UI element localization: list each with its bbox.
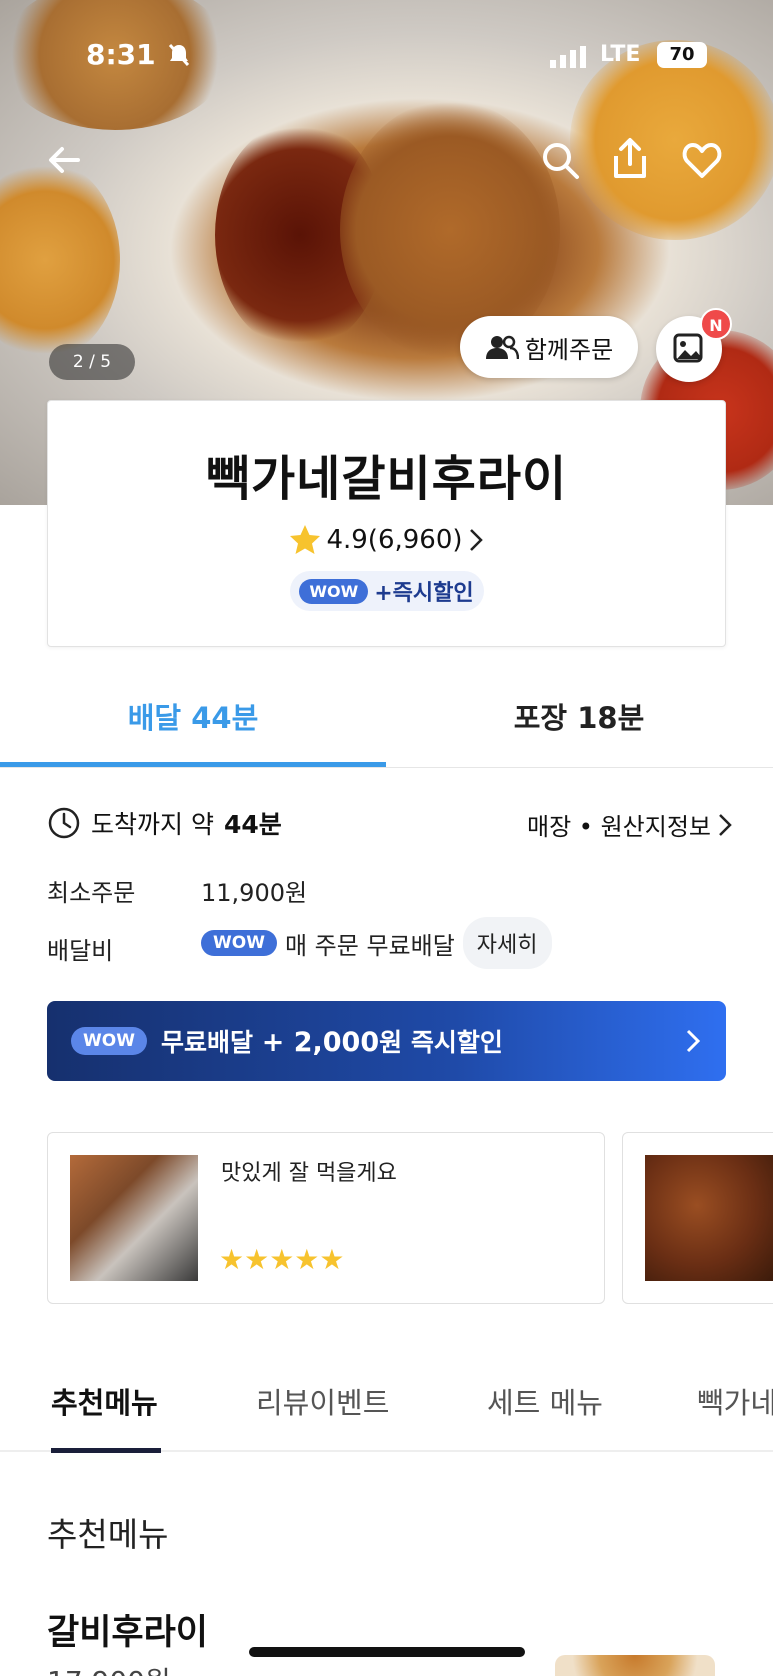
delivery-fee-value: 매 주문 무료배달 (284, 931, 455, 960)
menu-item-price: 17,900원 (47, 1660, 171, 1676)
signal-icon (550, 46, 586, 68)
clock-icon (48, 807, 80, 839)
banner-text-c: 원 즉시할인 (379, 1028, 503, 1057)
tab-delivery[interactable]: 배달 44분 (0, 680, 386, 768)
review-stars: ★★★★★ (219, 1243, 345, 1276)
chevron-right-icon (686, 1029, 701, 1053)
menu-item-photo[interactable] (555, 1655, 715, 1676)
details-button[interactable]: 자세히 (462, 917, 552, 969)
battery-indicator: 70 (657, 42, 707, 68)
min-order-label: 최소주문 (47, 879, 136, 907)
star-icon (290, 525, 321, 554)
store-info-link[interactable]: 매장 • 원산지정보 (527, 807, 733, 842)
arrival-minutes: 44분 (223, 810, 282, 839)
store-info-label: 매장 • 원산지정보 (527, 813, 711, 841)
banner-text-b: + 2,000 (261, 1027, 380, 1058)
menu-tab-set-menu[interactable]: 세트 메뉴 (487, 1380, 603, 1422)
people-icon (485, 335, 519, 360)
section-title: 추천메뉴 (47, 1515, 169, 1554)
menu-tab-recommended[interactable]: 추천메뉴 (51, 1380, 158, 1422)
rating-row[interactable]: 4.9(6,960) (48, 523, 725, 557)
network-type: LTE (600, 42, 641, 67)
banner-text-a: 무료배달 (160, 1028, 253, 1057)
menu-tab-review-event[interactable]: 리뷰이벤트 (256, 1380, 389, 1422)
min-order-value: 11,900원 (201, 879, 308, 907)
delivery-fee-label: 배달비 (47, 937, 114, 965)
search-icon[interactable] (538, 138, 582, 182)
status-time: 8:31 (86, 38, 156, 71)
arrival-time: 도착까지 약 44분 (47, 805, 282, 841)
wow-discount-text: +즉시할인 (374, 581, 474, 606)
status-bar: 8:31 LTE 70 (0, 38, 773, 78)
home-indicator[interactable] (249, 1647, 525, 1657)
together-order-button[interactable]: 함께주문 (460, 316, 638, 378)
review-photo (645, 1155, 773, 1281)
silent-bell-icon (168, 43, 190, 67)
review-card[interactable]: 맛있게 잘 먹을게요 ★★★★★ (47, 1132, 605, 1304)
store-name: 빽가네갈비후라이 (205, 451, 568, 507)
arrival-prefix: 도착까지 약 (91, 810, 214, 839)
rating-value: 4.9(6,960) (326, 525, 463, 555)
review-card[interactable] (622, 1132, 773, 1304)
share-icon[interactable] (608, 136, 652, 180)
order-type-tabs: 배달 44분 포장 18분 (0, 680, 773, 768)
wow-discount-pill: WOW +즉시할인 (289, 571, 484, 611)
banner-text: 무료배달 + 2,000원 즉시할인 (161, 1023, 684, 1059)
delivery-info: 도착까지 약 44분 매장 • 원산지정보 최소주문 11,900원 배달비 W… (47, 805, 733, 969)
review-photo (70, 1155, 198, 1281)
tab-pickup[interactable]: 포장 18분 (386, 680, 772, 768)
wow-tag: WOW (71, 1027, 147, 1055)
menu-tab-bbakgane[interactable]: 빽가네 (697, 1380, 773, 1422)
review-text: 맛있게 잘 먹을게요 (221, 1161, 397, 1186)
menu-category-tabs: 추천메뉴 리뷰이벤트 세트 메뉴 빽가네 (0, 1356, 773, 1453)
food-photo-part (0, 160, 120, 360)
heart-icon[interactable] (680, 138, 724, 182)
photo-gallery-icon (673, 333, 703, 363)
tab-underline (0, 762, 386, 767)
chevron-right-icon (469, 529, 483, 551)
back-arrow-icon[interactable] (42, 138, 86, 182)
together-order-label: 함께주문 (524, 335, 614, 364)
menu-tab-underline (51, 1448, 161, 1453)
image-counter: 2 / 5 (49, 344, 135, 380)
wow-tag: WOW (299, 578, 369, 604)
chevron-right-icon (719, 813, 732, 836)
menu-item-name[interactable]: 갈비후라이 (47, 1604, 208, 1655)
wow-free-delivery-banner[interactable]: WOW 무료배달 + 2,000원 즉시할인 (47, 1001, 726, 1081)
wow-tag: WOW (201, 930, 277, 956)
store-card: 빽가네갈비후라이 4.9(6,960) WOW +즉시할인 (47, 400, 726, 647)
new-badge: N (700, 308, 732, 340)
